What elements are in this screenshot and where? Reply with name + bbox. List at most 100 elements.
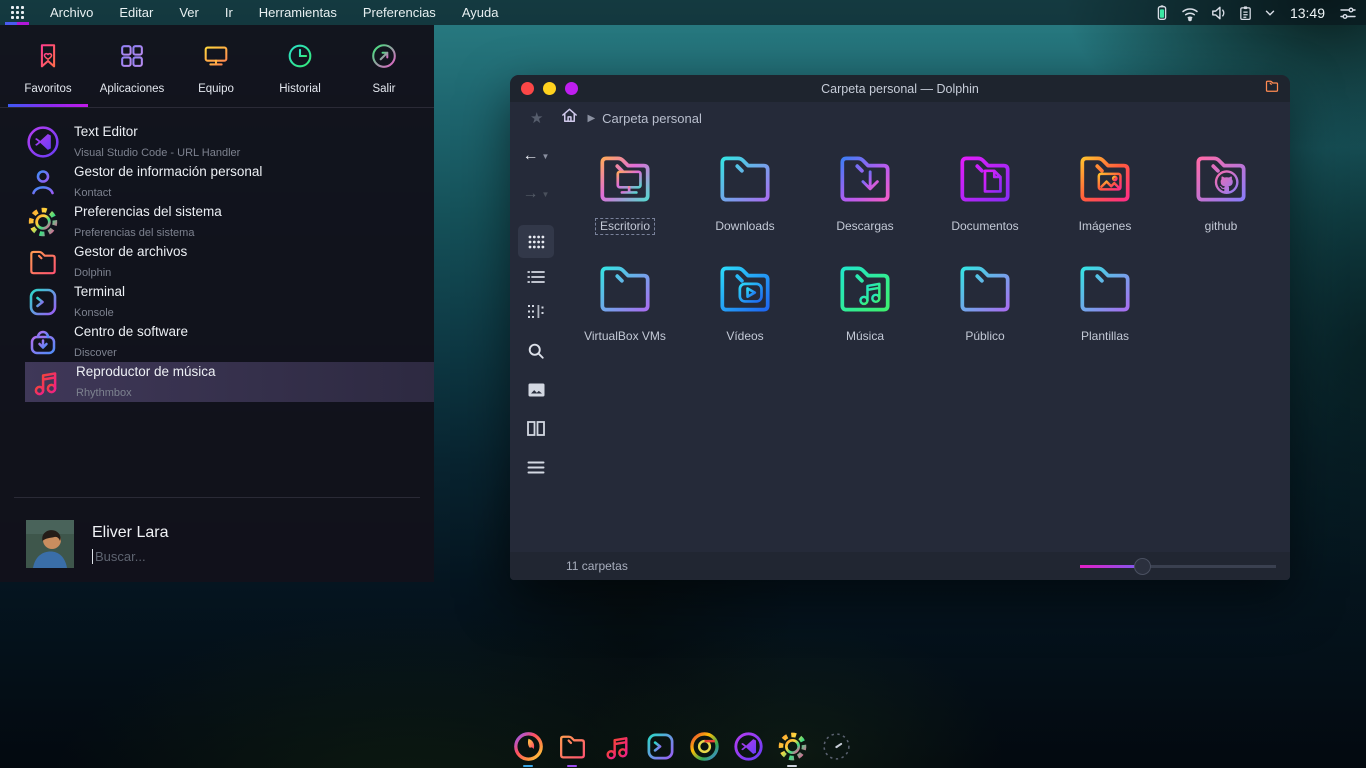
menu-ayuda[interactable]: Ayuda [462,5,499,20]
tab-label: Aplicaciones [100,83,165,95]
folder-virtualbox-vms[interactable]: VirtualBox VMs [568,255,682,345]
global-menubar: Archivo Editar Ver Ir Herramientas Prefe… [0,0,1366,25]
folder-descargas[interactable]: Descargas [808,145,922,235]
app-title: Terminal [74,284,125,299]
folder-musica[interactable]: Música [808,255,922,345]
search-input[interactable]: Buscar... [92,549,168,564]
app-subtitle: Dolphin [74,267,111,279]
favorites-list: Text EditorVisual Studio Code - URL Hand… [0,118,434,406]
zoom-slider-track [1142,565,1276,568]
location-bar: ★ ▶ Carpeta personal [510,102,1290,134]
battery-icon[interactable] [1153,3,1171,23]
dock-konsole[interactable] [643,729,677,763]
wifi-icon[interactable] [1180,3,1200,23]
folder-downloads[interactable]: Downloads [688,145,802,235]
app-subtitle: Konsole [74,307,114,319]
running-indicator [567,765,577,768]
app-item-konsole[interactable]: Terminal Konsole [0,282,434,322]
tab-label: Salir [372,83,395,95]
window-title: Carpeta personal — Dolphin [510,82,1290,96]
folder-icon [712,145,778,211]
app-title: Preferencias del sistema [74,204,222,219]
folder-github[interactable]: github [1164,145,1278,235]
menu-ir[interactable]: Ir [225,5,233,20]
folder-label: Imágenes [1075,219,1136,234]
bookmark-star-icon[interactable]: ★ [530,109,543,127]
home-icon[interactable] [560,106,579,130]
details-view-button[interactable] [518,295,554,328]
tab-equipo[interactable]: Equipo [174,33,258,107]
app-item-kontact[interactable]: Gestor de información personalKontact [0,162,434,202]
folder-icon [1072,255,1138,321]
status-text: 11 carpetas [566,559,628,573]
split-view-icon[interactable] [518,412,554,445]
tray-expand-chevron-icon[interactable] [1263,6,1277,20]
menu-ver[interactable]: Ver [179,5,199,20]
volume-icon[interactable] [1209,3,1228,23]
folder-label: Escritorio [596,219,654,234]
app-item-dolphin[interactable]: Gestor de archivos Dolphin [0,242,434,282]
folder-imagenes[interactable]: Imágenes [1048,145,1162,235]
gear-icon [24,205,61,239]
folder-download-icon [832,145,898,211]
dock-firefox[interactable] [511,729,545,763]
clipboard-icon[interactable] [1237,3,1254,23]
tab-label: Historial [279,83,321,95]
menu-preferencias[interactable]: Preferencias [363,5,436,20]
folder-label: Música [842,329,888,344]
dock-settings[interactable] [775,729,809,763]
tab-salir[interactable]: Salir [342,33,426,107]
folder-icon [952,255,1018,321]
folder-label: Público [961,329,1008,344]
hamburger-menu-icon[interactable] [518,451,554,484]
folder-videos[interactable]: Vídeos [688,255,802,345]
tab-aplicaciones[interactable]: Aplicaciones [90,33,174,107]
app-item-system-settings[interactable]: Preferencias del sistemaPreferencias del… [0,202,434,242]
avatar[interactable] [26,520,74,568]
folder-label: Descargas [832,219,897,234]
monitor-icon [201,41,231,76]
app-title: Gestor de archivos [74,244,187,259]
folder-icon [592,255,658,321]
menu-editar[interactable]: Editar [119,5,153,20]
breadcrumb[interactable]: Carpeta personal [602,111,702,126]
app-subtitle: Discover [74,347,117,359]
search-icon[interactable] [518,334,554,367]
dock [511,729,853,763]
folder-publico[interactable]: Público [928,255,1042,345]
breadcrumb-chevron-icon: ▶ [587,113,595,124]
tab-label: Favoritos [24,83,71,95]
status-bar: 11 carpetas [510,552,1290,580]
forward-button[interactable]: →▼ [523,175,550,213]
dock-vscode[interactable] [731,729,765,763]
icon-view-button[interactable] [518,225,554,258]
sliders-toggle-icon[interactable] [1338,3,1358,23]
tab-historial[interactable]: Historial [258,33,342,107]
window-app-folder-icon [1264,78,1280,99]
zoom-slider-fill [1080,565,1142,568]
menu-herramientas[interactable]: Herramientas [259,5,337,20]
app-item-rhythmbox[interactable]: Reproductor de músicaRhythmbox [25,362,434,402]
app-item-text-editor[interactable]: Text EditorVisual Studio Code - URL Hand… [0,122,434,162]
zoom-slider[interactable] [1080,557,1276,575]
zoom-slider-handle[interactable] [1134,558,1151,575]
music-note-icon [26,366,63,398]
app-launcher-button[interactable] [0,0,34,25]
folder-documentos[interactable]: Documentos [928,145,1042,235]
folder-escritorio[interactable]: Escritorio [568,145,682,235]
dock-dolphin[interactable] [555,729,589,763]
dock-rhythmbox[interactable] [599,729,633,763]
app-item-discover[interactable]: Centro de softwareDiscover [0,322,434,362]
folder-image-icon [1072,145,1138,211]
menu-archivo[interactable]: Archivo [50,5,93,20]
folder-plantillas[interactable]: Plantillas [1048,255,1162,345]
preview-image-icon[interactable] [518,373,554,406]
clock-display[interactable]: 13:49 [1290,5,1325,21]
window-titlebar[interactable]: Carpeta personal — Dolphin [510,75,1290,102]
divider [0,107,434,108]
tab-favoritos[interactable]: Favoritos [6,33,90,107]
dock-pager-clock[interactable] [819,729,853,763]
list-view-button[interactable] [518,260,554,293]
dock-chrome[interactable] [687,729,721,763]
back-button[interactable]: ←▼ [523,137,550,175]
